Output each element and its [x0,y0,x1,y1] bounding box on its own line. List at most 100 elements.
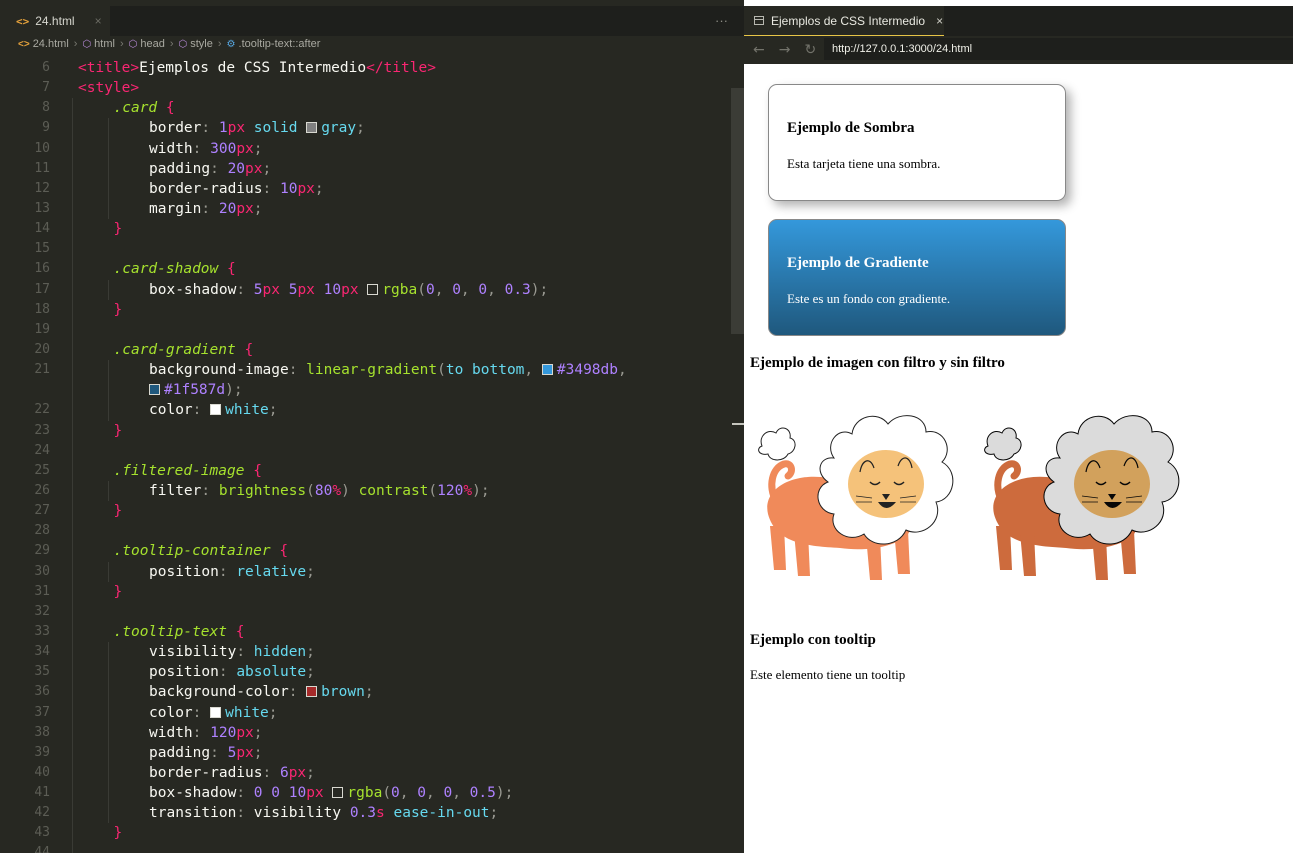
code-line[interactable]: 8 .card { [6,98,744,119]
code-line[interactable]: 41 box-shadow: 0 0 10px rgba(0, 0, 0, 0.5… [6,783,744,804]
code-token: s [376,805,385,822]
line-number: 15 [34,241,50,257]
line-number: 10 [34,140,50,156]
code-line[interactable]: 35 position: absolute; [6,662,744,683]
code-token: : [288,684,307,701]
code-token: to bottom [445,362,525,379]
line-number: 14 [34,221,50,237]
code-line[interactable]: 30 position: relative; [6,561,744,582]
code-line[interactable]: 36 background-color: brown; [6,682,744,703]
indent-guide [107,561,109,582]
code-line[interactable]: 15 [6,239,744,260]
code-line[interactable]: 27} [6,501,744,522]
code-token: visibility [253,805,350,822]
back-arrow-icon[interactable]: ← [753,42,765,58]
code-line[interactable]: 28 [6,521,744,542]
code-line[interactable]: 6 <title>Ejemplos de CSS Intermedio</titl… [6,58,744,78]
code-line[interactable]: 14} [6,219,744,240]
line-number: 37 [34,704,50,720]
code-token: { [235,623,245,640]
code-line[interactable]: 39 padding: 5px; [6,742,744,763]
forward-arrow-icon[interactable]: → [779,42,791,58]
code-token: ) [341,482,359,499]
code-token: box-shadow [149,785,237,802]
code-token: px [288,764,307,781]
code-text: .filtered-image { [114,461,262,481]
breadcrumb-item-head[interactable]: head [140,38,164,50]
code-line[interactable]: 20 .card-gradient { [6,339,744,361]
code-line[interactable]: 33 .tooltip-text { [6,621,744,643]
code-line[interactable]: 10 width: 300px; [6,138,744,159]
color-swatch[interactable] [306,122,318,134]
code-line[interactable]: 23} [6,420,744,441]
code-line[interactable]: 13 margin: 20px; [6,198,744,220]
color-swatch[interactable] [210,706,222,718]
code-token: 0 [391,785,400,802]
code-line[interactable]: 43} [6,823,744,844]
code-line[interactable]: 9 border: 1px solid gray; [6,118,744,139]
code-token: ; [314,180,324,197]
color-swatch[interactable] [149,384,160,396]
code-line[interactable]: 19 [6,319,744,340]
breadcrumb-item-file[interactable]: 24.html [33,38,69,50]
code-line[interactable]: 26 filter: brightness(80%) contrast(120%)… [6,480,744,502]
breadcrumb-item-html[interactable]: html [94,38,115,50]
editor-scrollbar[interactable] [731,88,744,334]
code-line[interactable]: 21 background-image: linear-gradient(to b… [6,360,744,381]
color-swatch[interactable] [367,283,379,295]
code-line[interactable]: 37 color: white; [6,702,744,723]
code-text: .card-gradient { [114,340,254,360]
breadcrumb-item-selector[interactable]: .tooltip-text::after [239,38,321,50]
code-token: % [463,482,473,499]
code-token: visibility [149,644,237,661]
code-token: relative [236,563,307,580]
color-swatch[interactable] [332,787,344,799]
code-line[interactable]: 44 [6,843,744,853]
code-token: 10 [323,281,342,298]
line-number: 33 [34,623,50,639]
line-number: 34 [34,644,50,660]
line-number: 17 [34,281,50,297]
url-input[interactable]: http://127.0.0.1:3000/24.html [824,38,1293,60]
code-line[interactable]: 42 transition: visibility 0.3s ease-in-ou… [6,803,744,824]
code-token: ; [253,744,263,761]
indent-guide [72,239,73,260]
breadcrumb-item-style[interactable]: style [190,38,213,50]
line-number: 31 [34,583,50,599]
lion-leg [1020,532,1036,576]
code-line[interactable]: 25 .filtered-image { [6,460,744,481]
line-number: 9 [42,120,50,136]
color-swatch[interactable] [306,686,318,698]
code-text: .tooltip-container { [114,541,289,561]
code-editor[interactable]: <> 24.html × ··· <> 24.html › ⬡ html › ⬡… [0,0,744,853]
close-icon[interactable]: × [936,14,943,28]
code-line[interactable]: 34 visibility: hidden; [6,642,744,663]
code-line[interactable]: 16 .card-shadow { [6,259,744,280]
code-line[interactable]: 22 color: white; [6,400,744,421]
code-line[interactable]: 7 <style> [6,78,744,98]
editor-tab-24-html[interactable]: <> 24.html × [6,6,110,36]
color-swatch[interactable] [210,404,222,416]
more-actions-icon[interactable]: ··· [715,13,728,28]
indent-guide [107,682,109,703]
indent-guide [72,642,73,663]
code-line[interactable]: 17 box-shadow: 5px 5px 10px rgba(0, 0, 0,… [6,279,744,300]
code-line[interactable]: 32 [6,601,744,622]
browser-tab[interactable]: Ejemplos de CSS Intermedio × [744,6,944,36]
color-swatch[interactable] [541,364,553,376]
close-icon[interactable]: × [95,14,102,28]
code-line[interactable]: 11 padding: 20px; [6,158,744,179]
code-line[interactable]: 29 .tooltip-container { [6,541,744,562]
code-line[interactable]: 18} [6,299,744,320]
code-line[interactable]: 31} [6,581,744,602]
code-token: gray [321,120,357,137]
code-line[interactable]: 12 border-radius: 10px; [6,178,744,199]
code-line[interactable]: 24 [6,440,744,461]
code-line[interactable]: #1f587d); [6,380,744,401]
reload-icon[interactable]: ↻ [804,42,816,58]
code-line[interactable]: 38 width: 120px; [6,722,744,743]
tooltip-container[interactable]: Este elemento tiene un tooltip [750,667,905,683]
code-line[interactable]: 40 border-radius: 6px; [6,762,744,784]
code-area[interactable]: 6 <title>Ejemplos de CSS Intermedio</titl… [6,58,744,853]
